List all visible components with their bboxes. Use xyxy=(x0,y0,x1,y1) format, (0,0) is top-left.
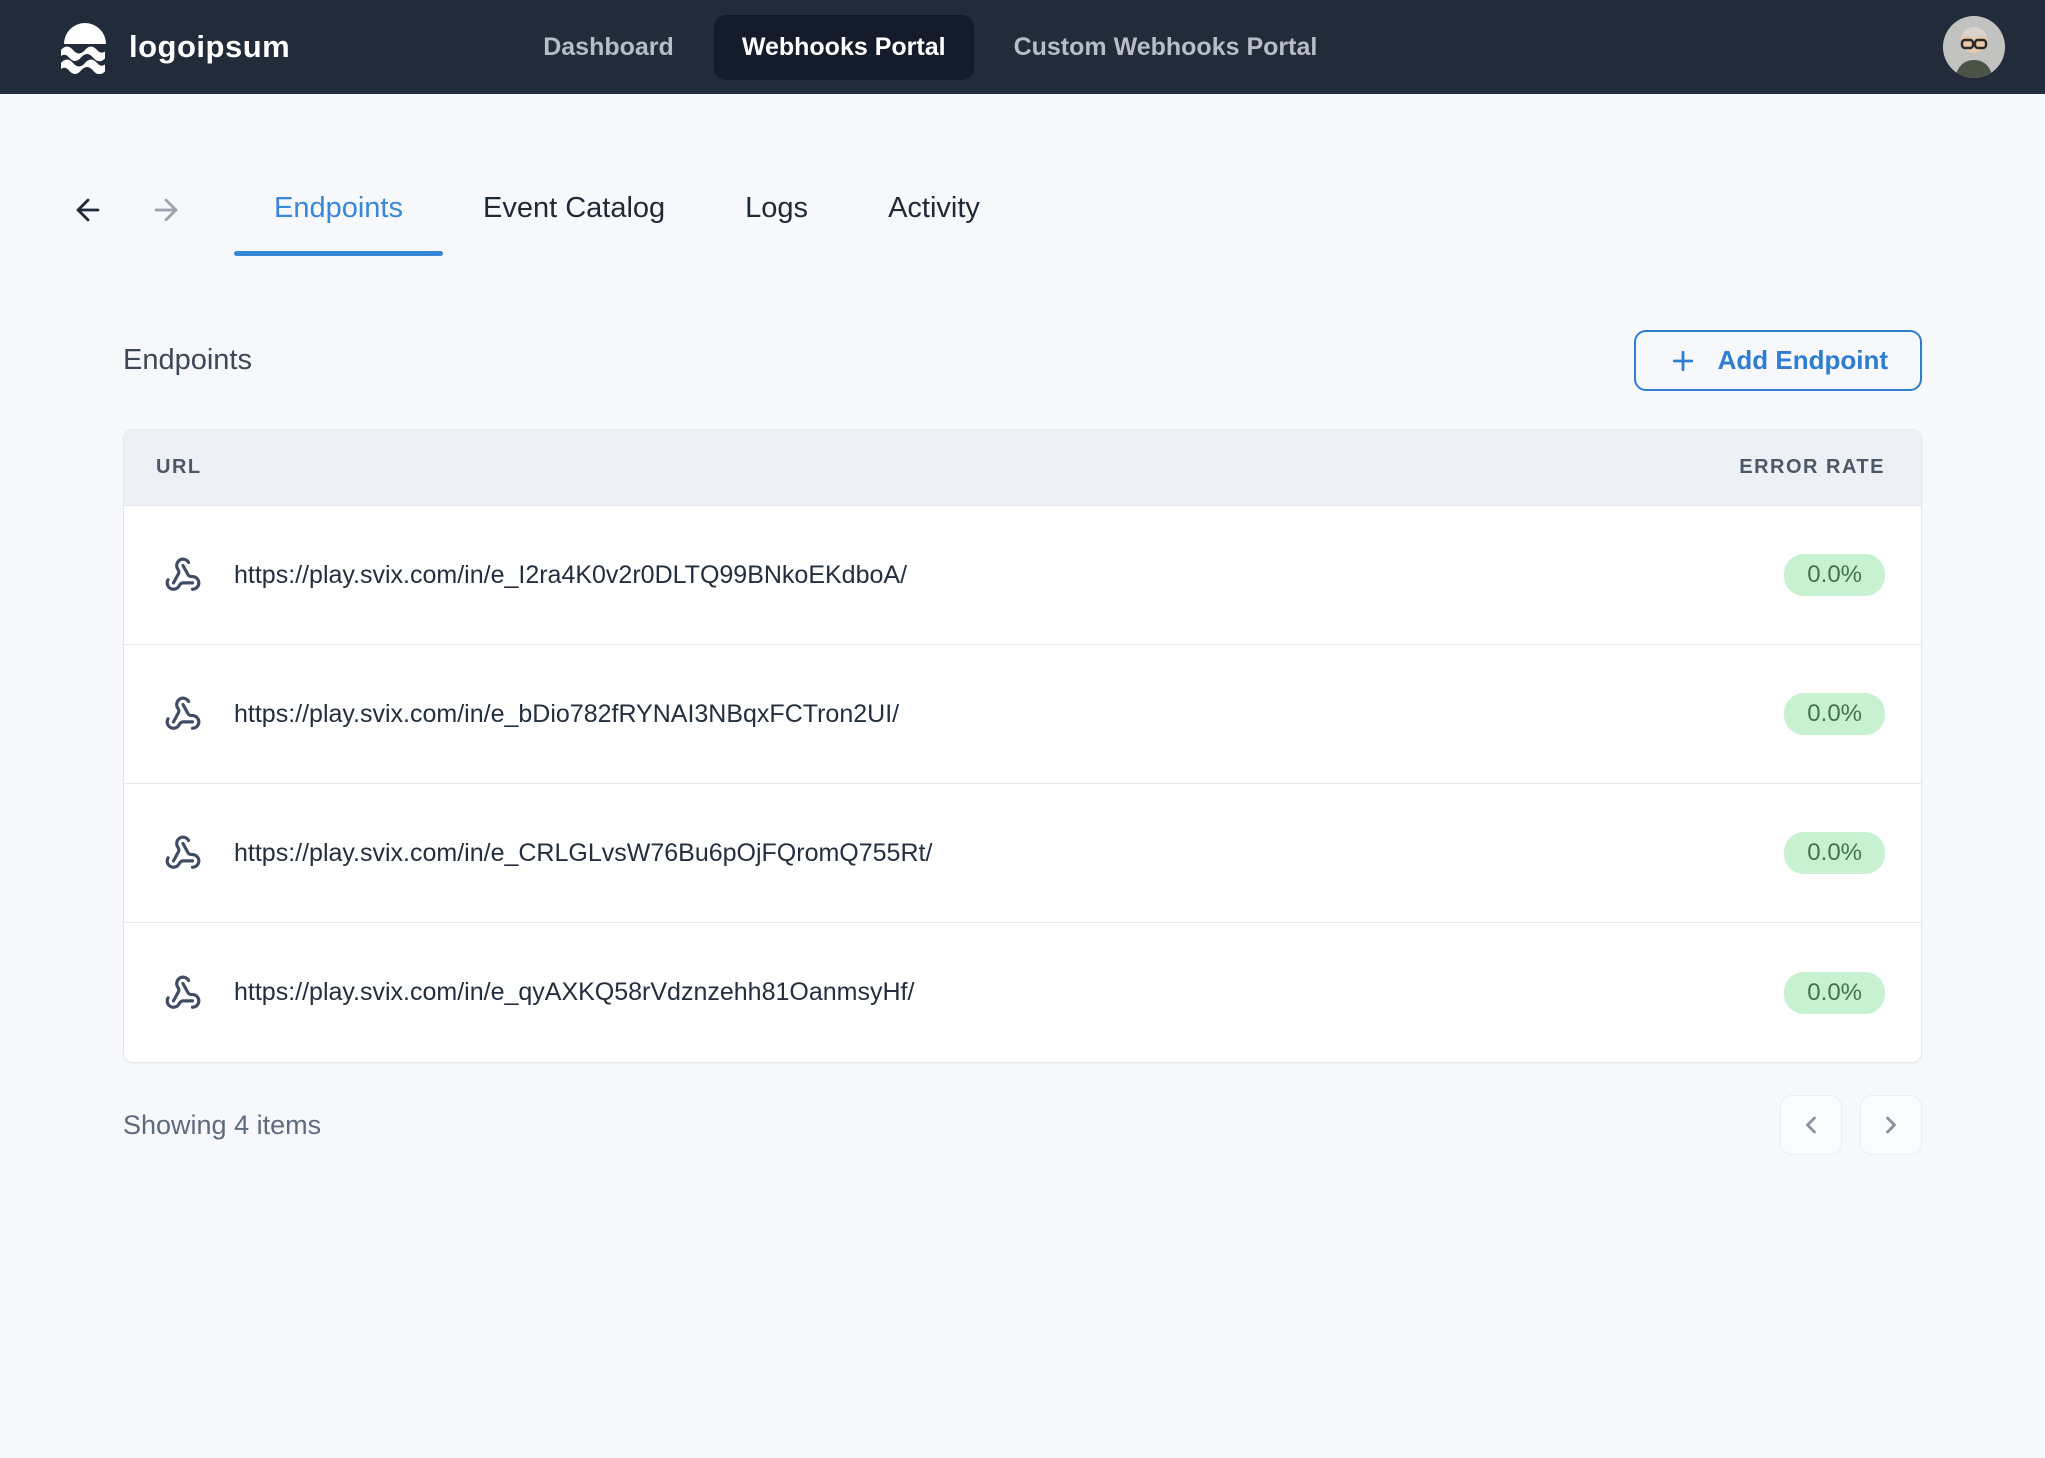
pagination xyxy=(1780,1095,1922,1155)
top-nav: Dashboard Webhooks Portal Custom Webhook… xyxy=(515,15,1345,80)
tab-logs[interactable]: Logs xyxy=(705,182,848,270)
endpoint-url: https://play.svix.com/in/e_qyAXKQ58rVdzn… xyxy=(234,978,1784,1007)
table-footer: Showing 4 items xyxy=(0,1095,2045,1155)
avatar-image xyxy=(1943,16,2005,78)
portal-tabs: Endpoints Event Catalog Logs Activity xyxy=(0,182,2045,270)
add-endpoint-button[interactable]: Add Endpoint xyxy=(1634,330,1922,391)
table-header-row: URL ERROR RATE xyxy=(124,430,1921,506)
webhook-icon xyxy=(164,556,202,594)
previous-page-button[interactable] xyxy=(1780,1095,1842,1155)
table-row[interactable]: https://play.svix.com/in/e_qyAXKQ58rVdzn… xyxy=(124,923,1921,1062)
error-rate-badge: 0.0% xyxy=(1784,693,1885,735)
page-header: Endpoints Add Endpoint xyxy=(0,330,2045,391)
table-row[interactable]: https://play.svix.com/in/e_I2ra4K0v2r0DL… xyxy=(124,506,1921,645)
table-row[interactable]: https://play.svix.com/in/e_CRLGLvsW76Bu6… xyxy=(124,784,1921,923)
nav-item-webhooks-portal[interactable]: Webhooks Portal xyxy=(714,15,974,80)
endpoint-url: https://play.svix.com/in/e_CRLGLvsW76Bu6… xyxy=(234,839,1784,868)
column-header-error-rate: ERROR RATE xyxy=(1739,456,1885,479)
user-avatar[interactable] xyxy=(1943,16,2005,78)
top-navigation-bar: logoipsum Dashboard Webhooks Portal Cust… xyxy=(0,0,2045,94)
back-arrow-button[interactable] xyxy=(60,182,116,238)
endpoint-url: https://play.svix.com/in/e_I2ra4K0v2r0DL… xyxy=(234,561,1784,590)
add-endpoint-label: Add Endpoint xyxy=(1718,345,1888,376)
forward-arrow-button[interactable] xyxy=(138,182,194,238)
error-rate-badge: 0.0% xyxy=(1784,554,1885,596)
endpoint-url: https://play.svix.com/in/e_bDio782fRYNAI… xyxy=(234,700,1784,729)
items-count-summary: Showing 4 items xyxy=(123,1110,321,1141)
webhook-icon xyxy=(164,834,202,872)
error-rate-badge: 0.0% xyxy=(1784,832,1885,874)
nav-item-custom-webhooks-portal[interactable]: Custom Webhooks Portal xyxy=(986,15,1346,80)
webhook-icon xyxy=(164,695,202,733)
tab-endpoints[interactable]: Endpoints xyxy=(234,182,443,270)
endpoints-table: URL ERROR RATE https://play.svix.com/in/… xyxy=(123,429,1922,1063)
nav-item-dashboard[interactable]: Dashboard xyxy=(515,15,702,80)
page-title: Endpoints xyxy=(123,344,252,377)
brand[interactable]: logoipsum xyxy=(57,20,290,74)
error-rate-badge: 0.0% xyxy=(1784,972,1885,1014)
tab-event-catalog[interactable]: Event Catalog xyxy=(443,182,705,270)
chevron-right-icon xyxy=(1877,1111,1905,1139)
arrow-left-icon xyxy=(71,193,105,227)
webhook-icon xyxy=(164,974,202,1012)
table-row[interactable]: https://play.svix.com/in/e_bDio782fRYNAI… xyxy=(124,645,1921,784)
chevron-left-icon xyxy=(1797,1111,1825,1139)
tab-activity[interactable]: Activity xyxy=(848,182,1020,270)
next-page-button[interactable] xyxy=(1860,1095,1922,1155)
logo-text: logoipsum xyxy=(129,29,290,65)
plus-icon xyxy=(1668,346,1698,376)
arrow-right-icon xyxy=(149,193,183,227)
column-header-url: URL xyxy=(156,456,202,479)
logo-icon xyxy=(57,20,113,74)
